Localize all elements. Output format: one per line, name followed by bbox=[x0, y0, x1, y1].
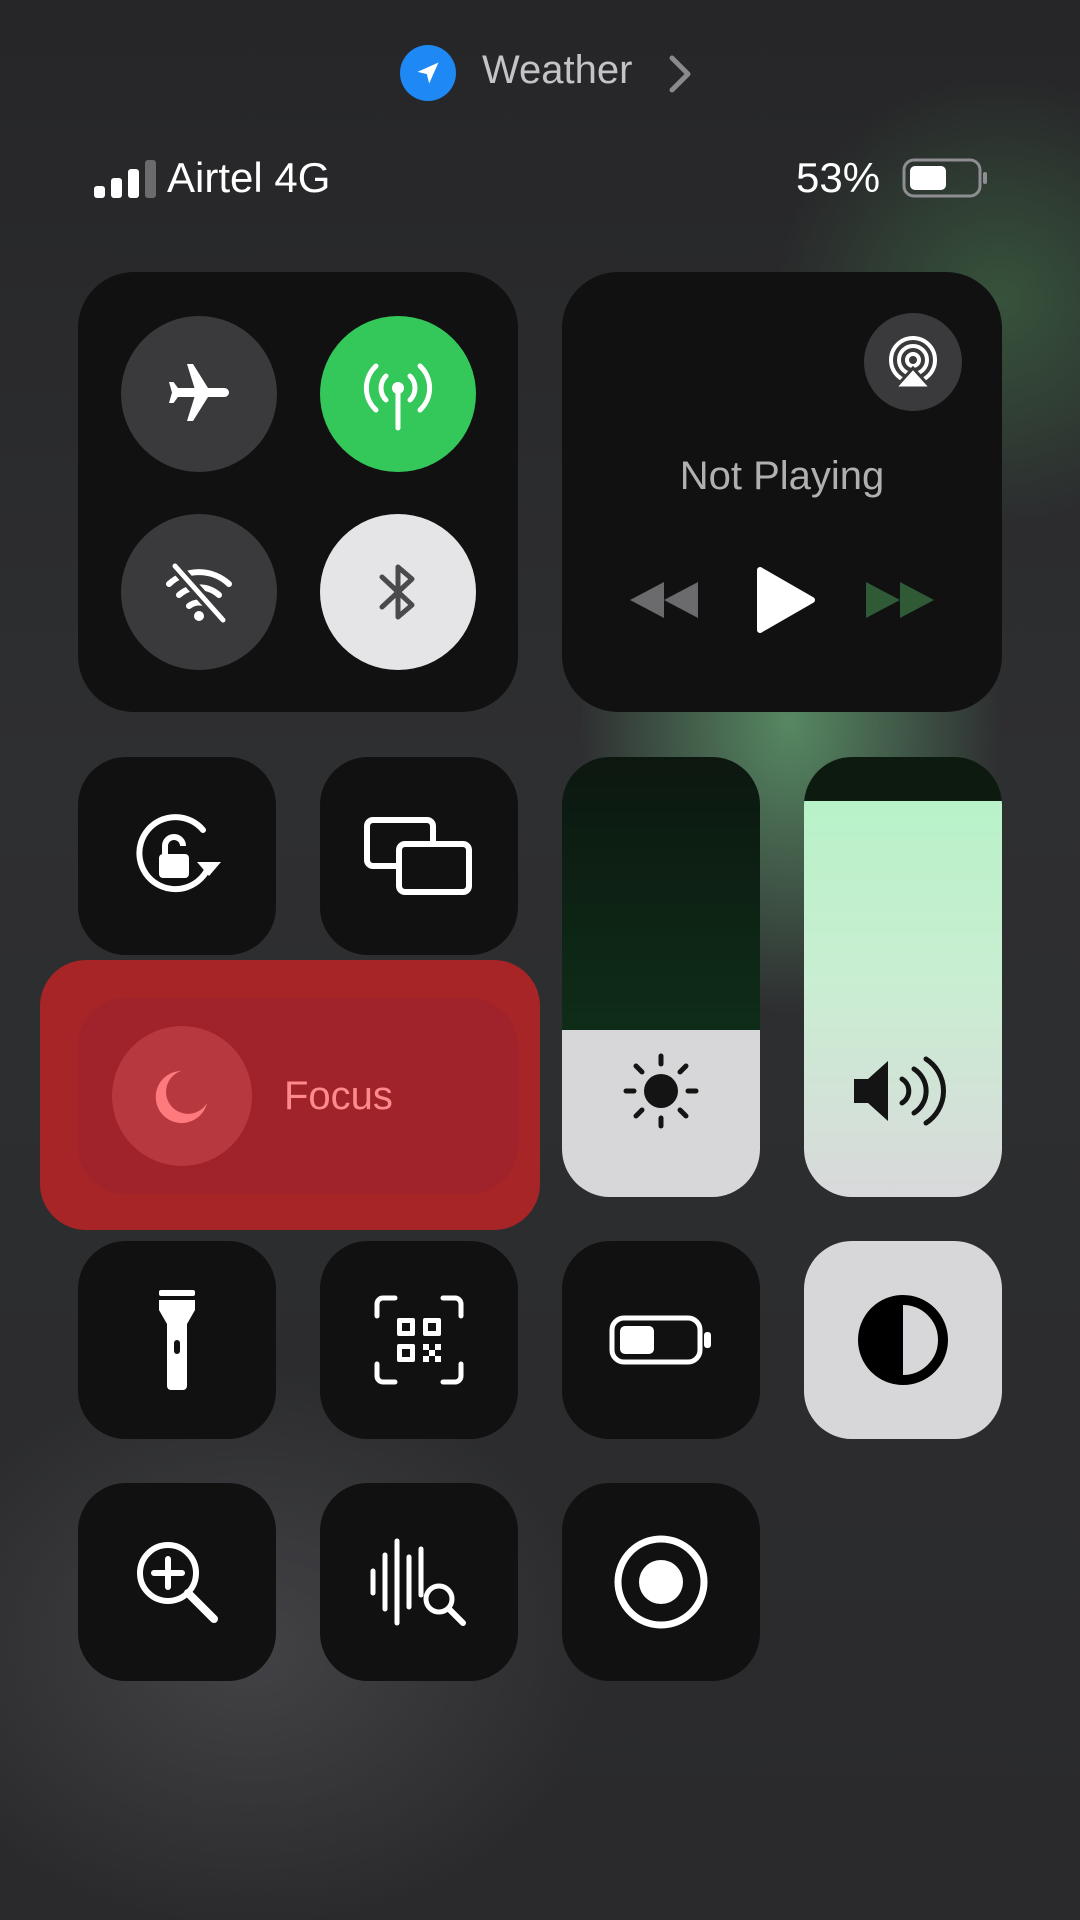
rewind-button[interactable] bbox=[628, 578, 700, 622]
dark-mode-icon bbox=[858, 1295, 948, 1385]
battery-percentage: 53% bbox=[796, 154, 881, 201]
play-button[interactable] bbox=[754, 566, 816, 634]
flashlight-button[interactable] bbox=[78, 1241, 276, 1439]
fast-forward-icon bbox=[866, 582, 934, 618]
magnifier-button[interactable] bbox=[78, 1483, 276, 1681]
airplane-mode-button[interactable] bbox=[121, 316, 277, 472]
screen-recording-button[interactable] bbox=[562, 1483, 760, 1681]
brightness-slider[interactable] bbox=[562, 757, 760, 1197]
focus-label: Focus bbox=[284, 1073, 393, 1118]
screen-recording-icon bbox=[614, 1535, 708, 1629]
screen-mirroring-button[interactable] bbox=[320, 757, 518, 955]
bluetooth-button[interactable] bbox=[320, 514, 476, 670]
qr-code-scanner-icon bbox=[374, 1295, 464, 1385]
location-app-name[interactable]: Weather bbox=[482, 48, 632, 93]
orientation-lock-button[interactable] bbox=[78, 757, 276, 955]
wifi-off-icon bbox=[166, 560, 232, 626]
airplane-icon bbox=[169, 364, 229, 421]
signal-strength-icon bbox=[94, 160, 156, 198]
sound-recognition-icon bbox=[370, 1538, 466, 1626]
wifi-button[interactable] bbox=[121, 514, 277, 670]
chevron-right-icon bbox=[668, 54, 692, 94]
low-power-mode-icon bbox=[609, 1315, 711, 1365]
qr-code-scanner-button[interactable] bbox=[320, 1241, 518, 1439]
orientation-lock-icon bbox=[136, 814, 221, 893]
airplay-button[interactable] bbox=[864, 313, 962, 411]
magnifier-icon bbox=[137, 1542, 218, 1623]
cellular-data-button[interactable] bbox=[320, 316, 476, 472]
moon-icon bbox=[155, 1071, 207, 1123]
location-arrow-icon bbox=[400, 45, 456, 101]
low-power-mode-button[interactable] bbox=[562, 1241, 760, 1439]
battery-icon bbox=[902, 158, 988, 198]
carrier-name: Airtel 4G bbox=[167, 154, 331, 201]
sun-icon bbox=[623, 1053, 699, 1129]
cellular-antenna-icon bbox=[363, 363, 433, 431]
media-status: Not Playing bbox=[679, 454, 885, 498]
fast-forward-button[interactable] bbox=[864, 578, 936, 622]
screen-mirroring-icon bbox=[364, 817, 472, 895]
volume-level bbox=[804, 801, 1002, 1197]
rewind-icon bbox=[630, 582, 698, 618]
airplay-icon bbox=[889, 336, 937, 390]
play-icon bbox=[757, 567, 815, 633]
dark-mode-button[interactable] bbox=[804, 1241, 1002, 1439]
bluetooth-icon bbox=[379, 564, 415, 620]
sound-recognition-button[interactable] bbox=[320, 1483, 518, 1681]
volume-slider[interactable] bbox=[804, 757, 1002, 1197]
focus-icon-circle bbox=[112, 1026, 252, 1166]
speaker-icon bbox=[850, 1055, 962, 1127]
flashlight-icon bbox=[159, 1290, 195, 1390]
focus-button[interactable]: Focus bbox=[78, 998, 518, 1194]
